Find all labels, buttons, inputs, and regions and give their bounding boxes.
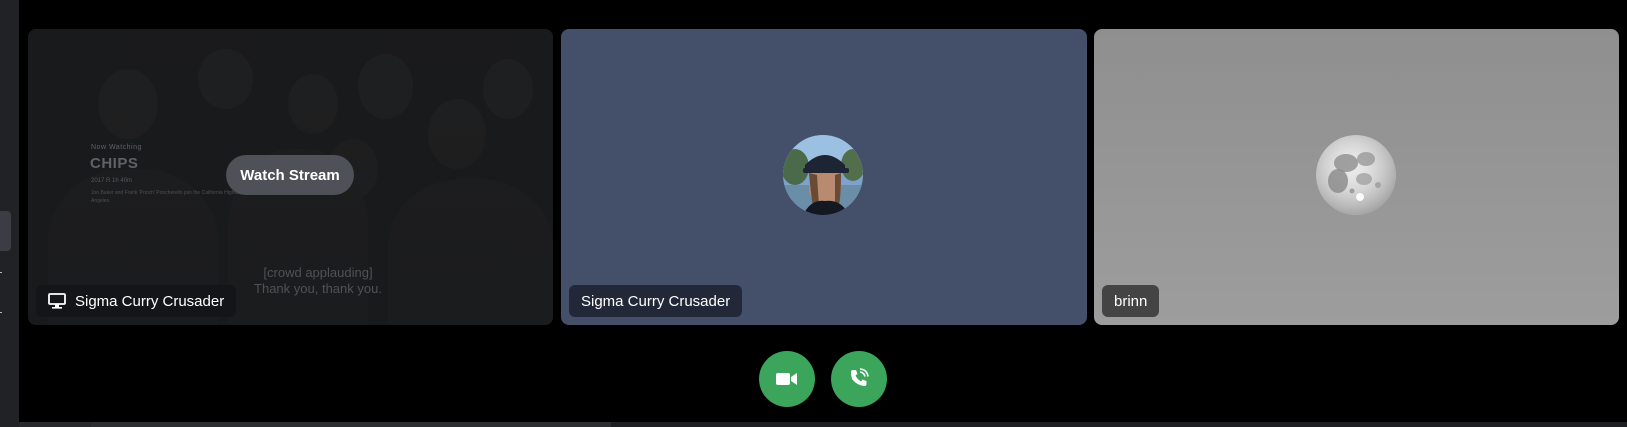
bottom-bar-segment [19, 422, 91, 427]
call-controls [0, 351, 1627, 407]
phone-call-icon [851, 368, 869, 386]
participant-name-tag: Sigma Curry Crusader [569, 285, 743, 317]
call-button[interactable] [831, 351, 887, 407]
participant-tile[interactable]: Sigma Curry Crusader [561, 29, 1087, 325]
user-avatar [783, 135, 863, 215]
rail-tab[interactable] [0, 211, 11, 251]
movie-title: CHIPS [90, 155, 139, 172]
stream-tile[interactable]: Now Watching CHIPS 2017 R 1h 40m Jon Bak… [28, 29, 553, 325]
subtitle-caption: [crowd applauding] Thank you, thank you. [218, 265, 418, 297]
movie-kicker: Now Watching [91, 144, 142, 151]
watch-stream-button[interactable]: Watch Stream [226, 155, 354, 195]
monitor-icon [48, 293, 66, 309]
participant-tile[interactable]: brinn [1094, 29, 1619, 325]
movie-meta: 2017 R 1h 40m [91, 178, 133, 184]
video-camera-icon [776, 373, 797, 385]
participant-name: brinn [1114, 292, 1148, 310]
rail-marker [0, 272, 2, 273]
caption-line: [crowd applauding] [263, 265, 373, 280]
participant-name: Sigma Curry Crusader [581, 292, 731, 310]
camera-button[interactable] [759, 351, 815, 407]
caption-line: Thank you, thank you. [254, 281, 382, 296]
streamer-name: Sigma Curry Crusader [75, 292, 225, 310]
moon-avatar [1316, 135, 1396, 215]
bottom-bar-segment [91, 422, 611, 427]
participant-name-tag: brinn [1102, 285, 1160, 317]
rail-marker [0, 312, 2, 313]
streamer-name-tag: Sigma Curry Crusader [36, 285, 237, 317]
